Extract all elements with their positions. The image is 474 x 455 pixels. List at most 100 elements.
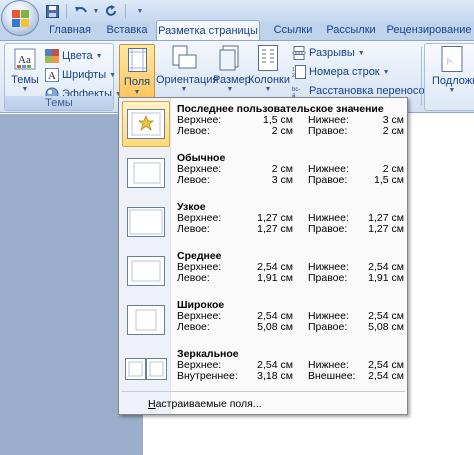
chevron-down-icon: ▼ [21, 86, 29, 93]
margin-left-label: Левое: [177, 321, 210, 333]
undo-dropdown-icon[interactable]: ▼ [92, 3, 100, 19]
wide-margins-icon [127, 305, 165, 335]
chevron-down-icon: ▼ [382, 68, 390, 76]
chevron-down-icon: ▼ [133, 89, 141, 96]
themes-group: Aa Темы ▼ Цвета ▼ A Шрифты ▼ Эффекты Тем… [4, 43, 122, 111]
margins-icon [128, 48, 147, 72]
breaks-label: Разрывы [309, 47, 355, 59]
svg-text:A: A [48, 70, 56, 82]
margin-option-narrow[interactable]: Узкое Верхнее: 1,27 см Нижнее: 1,27 см Л… [119, 197, 407, 247]
office-logo-icon [12, 10, 29, 27]
margins-dropdown: Последнее пользовательское значение Верх… [118, 97, 408, 415]
margin-left-label: Левое: [177, 125, 210, 137]
margin-left-value: 2 см [271, 125, 293, 137]
custom-margins-label: астраиваемые поля... [155, 398, 262, 410]
tab-review[interactable]: Рецензирование [385, 22, 473, 40]
orientation-button[interactable]: Ориентация ▼ [156, 45, 219, 99]
margin-inside-label: Внутреннее: [177, 370, 238, 382]
margin-option-mirrored[interactable]: Зеркальное Верхнее: 2,54 см Нижнее: 2,54… [119, 344, 407, 394]
last-custom-margins-icon [127, 109, 165, 139]
chevron-down-icon: ▼ [180, 86, 188, 93]
margin-right-label: Правое: [308, 321, 348, 333]
watermark-label: Подложк [432, 75, 474, 87]
chevron-down-icon: ▼ [109, 71, 117, 79]
watermark-icon: A [441, 46, 463, 72]
themes-button[interactable]: Aa Темы ▼ [8, 48, 42, 98]
breaks-button[interactable]: Разрывы ▼ [292, 45, 365, 61]
themes-icon: Aa [14, 48, 36, 70]
svg-text:2: 2 [292, 73, 295, 79]
color-palette-icon [45, 49, 59, 63]
orientation-label: Ориентация [156, 74, 219, 86]
page-background-group: A Подложк ▼ [424, 43, 474, 111]
size-label: Размер [213, 74, 251, 86]
size-button[interactable]: Размер ▼ [213, 45, 251, 99]
margin-thumbnail [122, 248, 170, 294]
line-numbers-label: Номера строк [309, 66, 380, 78]
chevron-down-icon: ▼ [95, 52, 103, 60]
tab-mailings[interactable]: Рассылки [322, 22, 380, 40]
group-divider [421, 47, 422, 105]
margin-right-value: 1,27 см [368, 223, 404, 235]
hyphenation-icon: bc- a [292, 87, 300, 98]
columns-label: Колонки [248, 74, 290, 86]
breaks-icon [292, 46, 306, 60]
narrow-margins-icon [127, 207, 165, 237]
office-button[interactable] [1, 0, 39, 36]
margin-inside-value: 3,18 см [257, 370, 293, 382]
moderate-margins-icon [127, 256, 165, 286]
watermark-button[interactable]: A Подложк ▼ [428, 46, 474, 98]
custom-margins-item[interactable]: Настраиваемые поля... [148, 398, 262, 410]
colors-label: Цвета [62, 50, 93, 62]
margin-left-value: 1,27 см [257, 223, 293, 235]
margin-outside-value: 2,54 см [368, 370, 404, 382]
customize-icon[interactable]: ▼ [132, 3, 148, 19]
hyphenation-label: Расстановка переносов [309, 85, 431, 97]
svg-text:Aa: Aa [18, 54, 31, 66]
margin-thumbnail [122, 199, 170, 245]
margins-button[interactable]: Поля ▼ [119, 44, 155, 100]
margin-right-label: Правое: [308, 223, 348, 235]
margin-left-value: 3 см [271, 174, 293, 186]
chevron-down-icon: ▼ [264, 86, 272, 93]
toolbar-separator [66, 4, 67, 18]
columns-button[interactable]: Колонки ▼ [248, 45, 290, 99]
margin-right-value: 1,91 см [368, 272, 404, 284]
font-icon: A [45, 68, 59, 82]
redo-icon[interactable] [103, 3, 119, 19]
mirrored-margins-icon [125, 358, 167, 380]
tab-references[interactable]: Ссылки [262, 22, 324, 40]
chevron-down-icon: ▼ [226, 86, 234, 93]
save-icon[interactable] [44, 3, 60, 19]
margin-right-label: Правое: [308, 125, 348, 137]
custom-margins-accelerator: Н [148, 398, 156, 410]
tab-insert[interactable]: Вставка [102, 22, 152, 40]
margin-right-value: 2 см [382, 125, 404, 137]
margin-right-value: 1,5 см [374, 174, 404, 186]
fonts-label: Шрифты [62, 69, 107, 81]
themes-button-label: Темы [11, 74, 39, 86]
margin-thumbnail [122, 297, 170, 343]
margin-option-wide[interactable]: Широкое Верхнее: 2,54 см Нижнее: 2,54 см… [119, 295, 407, 345]
tab-home[interactable]: Главная [46, 22, 94, 40]
themes-group-label: Темы [5, 96, 113, 110]
tab-page-layout[interactable]: Разметка страницы [156, 20, 260, 41]
margin-right-value: 5,08 см [368, 321, 404, 333]
normal-margins-icon [127, 158, 165, 188]
margin-option-last-custom[interactable]: Последнее пользовательское значение Верх… [119, 99, 407, 149]
quick-access-toolbar: ▼ ▼ [44, 3, 148, 19]
title-bar: ▼ ▼ [0, 0, 474, 22]
line-numbers-button[interactable]: 1 2 Номера строк ▼ [292, 64, 390, 80]
colors-button[interactable]: Цвета ▼ [45, 48, 103, 64]
margin-option-normal[interactable]: Обычное Верхнее: 2 см Нижнее: 2 см Левое… [119, 148, 407, 198]
margin-option-moderate[interactable]: Среднее Верхнее: 2,54 см Нижнее: 2,54 см… [119, 246, 407, 296]
margin-thumbnail [122, 101, 170, 147]
margin-right-label: Правое: [308, 272, 348, 284]
orientation-icon [172, 45, 197, 69]
undo-icon[interactable] [73, 3, 89, 19]
fonts-button[interactable]: A Шрифты ▼ [45, 67, 116, 83]
toolbar-separator [125, 4, 126, 18]
chevron-down-icon: ▼ [357, 49, 365, 57]
columns-icon [258, 45, 278, 71]
margin-left-label: Левое: [177, 272, 210, 284]
